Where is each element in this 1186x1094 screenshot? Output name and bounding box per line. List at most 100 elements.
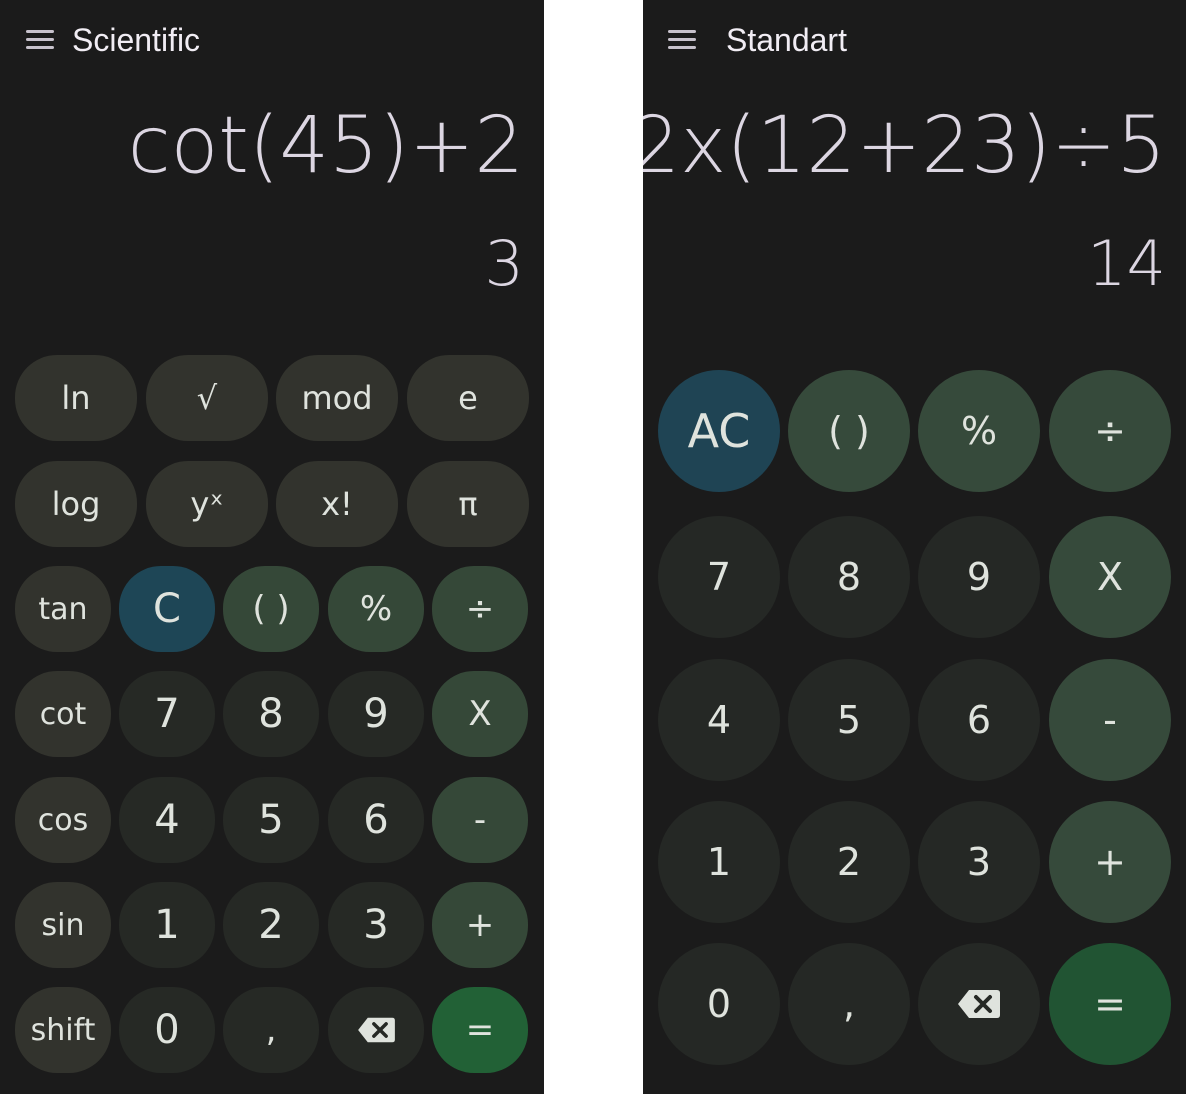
key-label: 5 [836, 698, 862, 742]
key-label: X [468, 694, 492, 734]
digit-2-button[interactable]: 2 [788, 801, 910, 923]
backspace-button[interactable] [918, 943, 1040, 1065]
backspace-icon [958, 990, 1000, 1018]
digit-4-button[interactable]: 4 [658, 659, 780, 781]
digit-7-button[interactable]: 7 [119, 671, 215, 757]
key-label: = [1094, 982, 1126, 1026]
parentheses-button[interactable]: ( ) [788, 370, 910, 492]
key-label: - [1103, 698, 1117, 742]
key-label: 3 [363, 902, 389, 948]
key-label: 9 [966, 555, 992, 599]
backspace-icon [357, 1017, 395, 1043]
key-label: 9 [363, 691, 389, 737]
sin-button[interactable]: sin [15, 882, 111, 968]
multiply-button[interactable]: X [1049, 516, 1171, 638]
cot-button[interactable]: cot [15, 671, 111, 757]
ln-button[interactable]: ln [15, 355, 137, 441]
subtract-button[interactable]: - [1049, 659, 1171, 781]
key-label: 7 [706, 555, 732, 599]
percent-button[interactable]: % [918, 370, 1040, 492]
key-label: X [1096, 555, 1124, 599]
key-label: 6 [966, 698, 992, 742]
digit-2-button[interactable]: 2 [223, 882, 319, 968]
subtract-button[interactable]: - [432, 777, 528, 863]
digit-9-button[interactable]: 9 [328, 671, 424, 757]
parentheses-button[interactable]: ( ) [223, 566, 319, 652]
key-label: + [1094, 840, 1126, 884]
digit-6-button[interactable]: 6 [918, 659, 1040, 781]
key-label: 7 [154, 691, 180, 737]
divide-button[interactable]: ÷ [1049, 370, 1171, 492]
key-label: √ [196, 379, 218, 417]
digit-3-button[interactable]: 3 [328, 882, 424, 968]
key-label: yˣ [190, 485, 224, 523]
key-label: - [473, 800, 487, 840]
key-label: , [842, 982, 856, 1026]
tan-button[interactable]: tan [15, 566, 111, 652]
all-clear-button[interactable]: AC [658, 370, 780, 492]
mode-title: Scientific [72, 22, 201, 58]
add-button[interactable]: + [1049, 801, 1171, 923]
key-label: ln [61, 379, 91, 417]
key-label: 1 [154, 902, 180, 948]
percent-button[interactable]: % [328, 566, 424, 652]
digit-3-button[interactable]: 3 [918, 801, 1040, 923]
sqrt-button[interactable]: √ [146, 355, 268, 441]
key-label: mod [301, 379, 373, 417]
key-label: = [465, 1010, 495, 1050]
result-display: 3 [484, 227, 524, 300]
key-label: + [465, 905, 495, 945]
key-label: ÷ [1094, 409, 1126, 453]
digit-0-button[interactable]: 0 [658, 943, 780, 1065]
mod-button[interactable]: mod [276, 355, 398, 441]
digit-4-button[interactable]: 4 [119, 777, 215, 863]
top-bar: Standart [643, 18, 1186, 62]
menu-icon[interactable] [26, 30, 54, 50]
power-button[interactable]: yˣ [146, 461, 268, 547]
digit-1-button[interactable]: 1 [119, 882, 215, 968]
scientific-calculator-screen: Scientific cot(45)+2 3 ln √ mod e log yˣ x! π ta… [0, 0, 544, 1094]
factorial-button[interactable]: x! [276, 461, 398, 547]
clear-button[interactable]: C [119, 566, 215, 652]
equals-button[interactable]: = [1049, 943, 1171, 1065]
digit-9-button[interactable]: 9 [918, 516, 1040, 638]
key-label: % [359, 589, 393, 629]
key-label: 8 [258, 691, 284, 737]
cos-button[interactable]: cos [15, 777, 111, 863]
key-label: cot [39, 696, 87, 732]
log-button[interactable]: log [15, 461, 137, 547]
key-label: e [458, 379, 478, 417]
equals-button[interactable]: = [432, 987, 528, 1073]
decimal-comma-button[interactable]: , [788, 943, 910, 1065]
pi-button[interactable]: π [407, 461, 529, 547]
digit-8-button[interactable]: 8 [788, 516, 910, 638]
top-bar: Scientific [0, 18, 544, 62]
add-button[interactable]: + [432, 882, 528, 968]
backspace-button[interactable] [328, 987, 424, 1073]
menu-icon[interactable] [668, 30, 696, 50]
shift-button[interactable]: shift [15, 987, 111, 1073]
decimal-comma-button[interactable]: , [223, 987, 319, 1073]
key-label: , [265, 1010, 277, 1050]
digit-5-button[interactable]: 5 [223, 777, 319, 863]
multiply-button[interactable]: X [432, 671, 528, 757]
key-label: log [51, 485, 101, 523]
key-label: 0 [706, 982, 732, 1026]
digit-6-button[interactable]: 6 [328, 777, 424, 863]
key-label: x! [321, 485, 353, 523]
digit-1-button[interactable]: 1 [658, 801, 780, 923]
divide-button[interactable]: ÷ [432, 566, 528, 652]
digit-7-button[interactable]: 7 [658, 516, 780, 638]
key-label: C [153, 586, 181, 632]
key-label: 2 [258, 902, 284, 948]
e-constant-button[interactable]: e [407, 355, 529, 441]
digit-5-button[interactable]: 5 [788, 659, 910, 781]
digit-8-button[interactable]: 8 [223, 671, 319, 757]
digit-0-button[interactable]: 0 [119, 987, 215, 1073]
key-label: ( ) [252, 589, 290, 629]
key-label: ÷ [465, 589, 495, 629]
key-label: 8 [836, 555, 862, 599]
result-display: 14 [1087, 227, 1166, 300]
standard-calculator-screen: Standart 2x(12+23)÷5 14 AC ( )% ÷ 7 8 9 X 4 5 6 - 1… [643, 0, 1186, 1094]
key-label: 2 [836, 840, 862, 884]
